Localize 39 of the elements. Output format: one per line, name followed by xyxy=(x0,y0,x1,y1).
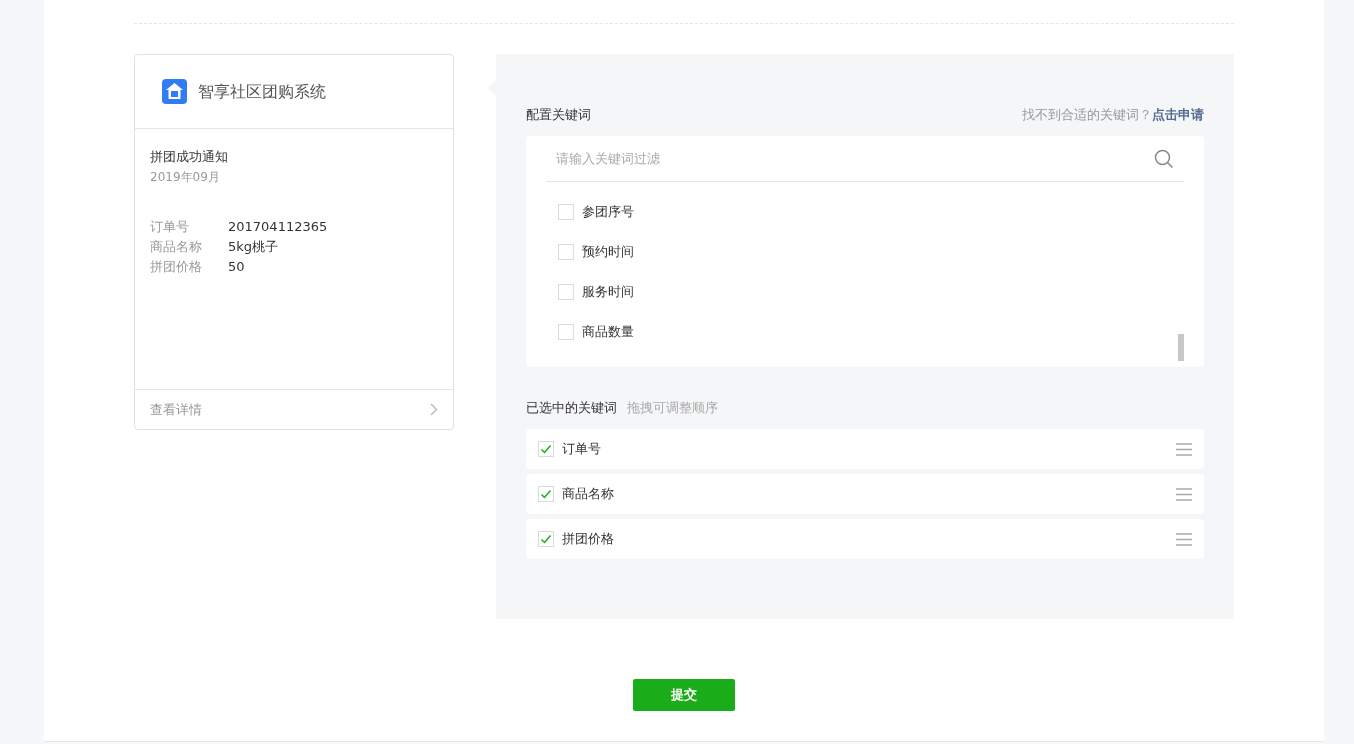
search-icon[interactable] xyxy=(1154,149,1174,169)
drag-handle-icon[interactable] xyxy=(1176,487,1192,501)
checkbox[interactable] xyxy=(538,486,554,502)
drag-handle-icon[interactable] xyxy=(1176,442,1192,456)
field-value: 5kg桃子 xyxy=(228,238,279,256)
message-title: 拼团成功通知 xyxy=(150,148,229,166)
keyword-option[interactable]: 参团序号 xyxy=(558,192,1172,232)
drag-handle-icon[interactable] xyxy=(1176,532,1192,546)
keyword-label: 商品名称 xyxy=(562,485,615,504)
section-title: 配置关键词 xyxy=(526,106,591,125)
checkbox[interactable] xyxy=(538,531,554,547)
keyword-option[interactable]: 服务时间 xyxy=(558,272,1172,312)
checkbox[interactable] xyxy=(558,324,574,340)
keyword-option[interactable]: 商品数量 xyxy=(558,312,1172,352)
hint-text: 拖拽可调整顺序 xyxy=(627,399,718,418)
field-value: 201704112365 xyxy=(228,218,328,236)
checkbox[interactable] xyxy=(558,244,574,260)
house-app-icon xyxy=(162,79,187,104)
hint-text: 找不到合适的关键词？ xyxy=(1022,106,1152,125)
section-title: 已选中的关键词 xyxy=(526,399,617,418)
chevron-right-icon xyxy=(430,403,438,416)
field-label: 商品名称 xyxy=(150,238,203,256)
checkbox[interactable] xyxy=(558,284,574,300)
search-field[interactable]: 请输入关键词过滤 xyxy=(546,136,1184,182)
keyword-label: 订单号 xyxy=(562,440,602,459)
scrollbar[interactable] xyxy=(1178,334,1184,361)
app-name: 智享社区团购系统 xyxy=(198,80,326,103)
field-label: 拼团价格 xyxy=(150,258,203,276)
keyword-option[interactable]: 预约时间 xyxy=(558,232,1172,272)
selected-keyword-row[interactable]: 订单号 xyxy=(526,429,1204,469)
field-value: 50 xyxy=(228,258,245,276)
selected-keyword-row[interactable]: 商品名称 xyxy=(526,474,1204,514)
keyword-label: 拼团价格 xyxy=(562,530,615,549)
checkbox[interactable] xyxy=(538,441,554,457)
message-date: 2019年09月 xyxy=(150,169,221,186)
field-label: 订单号 xyxy=(150,218,190,236)
apply-link[interactable]: 点击申请 xyxy=(1152,105,1204,125)
selected-keyword-row[interactable]: 拼团价格 xyxy=(526,519,1204,559)
checkbox[interactable] xyxy=(558,204,574,220)
